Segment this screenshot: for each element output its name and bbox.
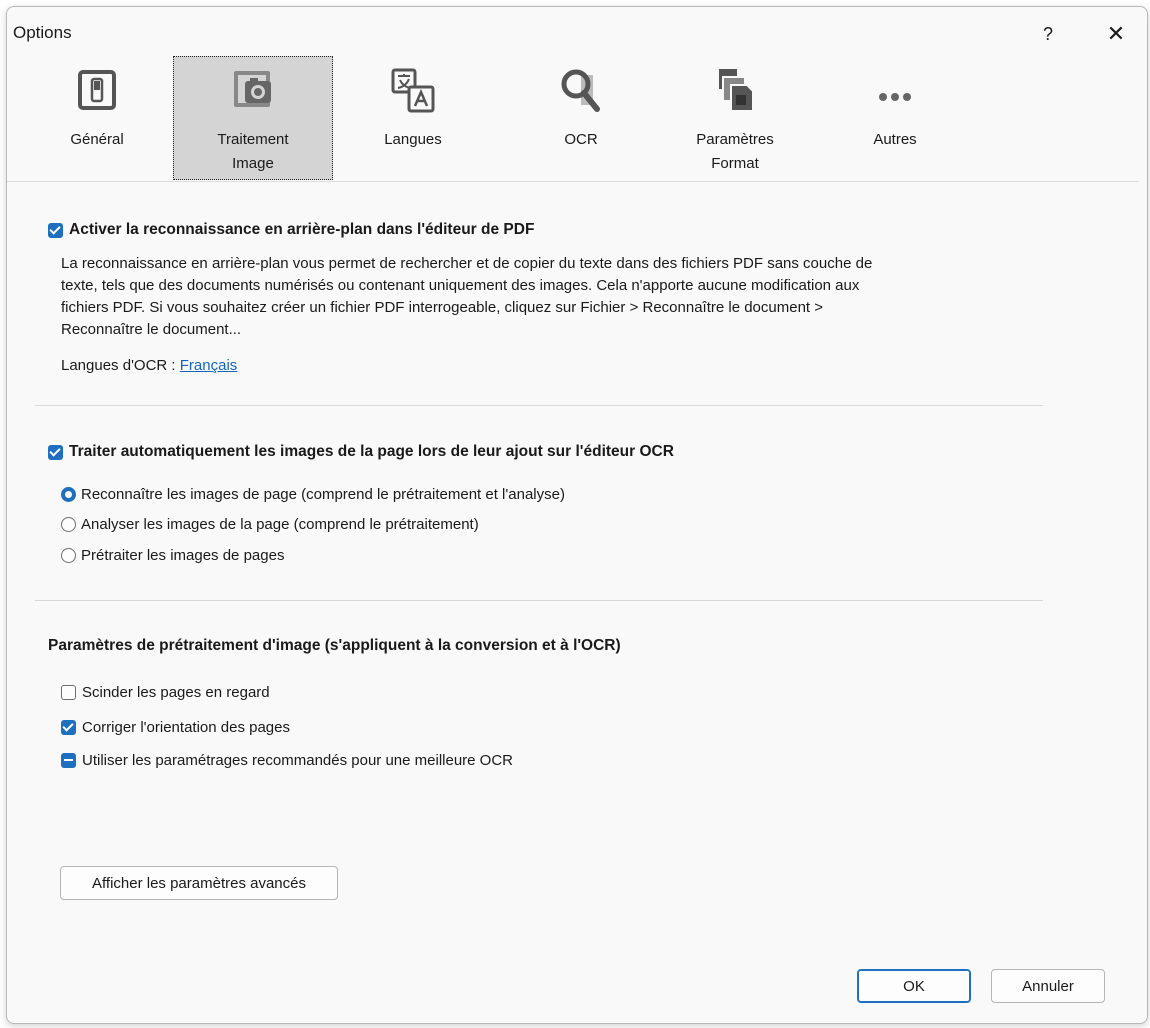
section-divider <box>35 405 1043 406</box>
background-recognition-description: La reconnaissance en arrière-plan vous p… <box>61 253 1021 341</box>
close-button[interactable]: ✕ <box>1099 17 1133 51</box>
radio-recognize-label: Reconnaître les images de page (comprend… <box>81 486 565 503</box>
help-button[interactable]: ? <box>1033 17 1063 51</box>
radio-option-preprocess[interactable]: Prétraiter les images de pages <box>61 547 284 564</box>
radio-option-analyze[interactable]: Analyser les images de la page (comprend… <box>61 516 479 533</box>
cancel-button[interactable]: Annuler <box>991 969 1105 1003</box>
tab-ocr-label: OCR <box>564 131 598 148</box>
recommended-settings-checkbox[interactable] <box>61 753 76 768</box>
ok-button[interactable]: OK <box>857 969 971 1003</box>
options-dialog: Options ? ✕ Général Traitement Image Lan… <box>6 6 1148 1024</box>
tab-general[interactable]: Général <box>17 57 177 181</box>
languages-icon <box>391 68 435 113</box>
description-line: fichiers PDF. Si vous souhaitez créer un… <box>61 299 824 316</box>
tab-general-label: Général <box>70 131 124 148</box>
ocr-languages-label: Langues d'OCR : <box>61 357 180 374</box>
correct-orientation-label: Corriger l'orientation des pages <box>82 719 290 736</box>
ocr-languages-link[interactable]: Français <box>180 357 238 374</box>
description-line: texte, tels que des documents numérisés … <box>61 277 860 294</box>
background-recognition-checkbox-row[interactable]: Activer la reconnaissance en arrière-pla… <box>48 221 534 239</box>
split-pages-label: Scinder les pages en regard <box>82 684 270 701</box>
split-pages-checkbox[interactable] <box>61 685 76 700</box>
auto-process-label: Traiter automatiquement les images de la… <box>69 443 674 460</box>
background-recognition-checkbox[interactable] <box>48 222 63 238</box>
tab-image-processing-label: Traitement Image <box>217 131 289 172</box>
radio-recognize[interactable] <box>61 487 76 502</box>
radio-analyze-label: Analyser les images de la page (comprend… <box>81 516 479 533</box>
title-bar: Options ? ✕ <box>7 7 1147 59</box>
background-recognition-label: Activer la reconnaissance en arrière-pla… <box>69 221 535 238</box>
format-settings-icon <box>719 69 754 112</box>
tab-languages[interactable]: Langues <box>333 57 493 181</box>
category-toolbar: Général Traitement Image Langues OCR Par… <box>7 56 1147 183</box>
toolbar-divider <box>7 181 1139 182</box>
option-recommended-settings[interactable]: Utiliser les paramétrages recommandés po… <box>61 752 513 769</box>
tab-format-settings-label: Paramètres Format <box>696 131 774 172</box>
correct-orientation-checkbox[interactable] <box>61 720 76 735</box>
section-divider <box>35 600 1043 601</box>
radio-option-recognize[interactable]: Reconnaître les images de page (comprend… <box>61 486 565 503</box>
auto-process-checkbox[interactable] <box>48 444 63 460</box>
tab-ocr[interactable]: OCR <box>501 57 661 181</box>
radio-preprocess[interactable] <box>61 548 76 563</box>
option-split-pages[interactable]: Scinder les pages en regard <box>61 684 270 701</box>
option-correct-orientation[interactable]: Corriger l'orientation des pages <box>61 719 290 736</box>
preprocessing-heading: Paramètres de prétraitement d'image (s'a… <box>48 637 621 654</box>
recommended-settings-label: Utiliser les paramétrages recommandés po… <box>82 752 514 769</box>
ocr-icon <box>561 69 600 112</box>
tab-image-processing[interactable]: Traitement Image <box>173 56 333 180</box>
image-processing-icon <box>234 71 271 107</box>
general-icon <box>78 70 116 110</box>
ocr-languages-row: Langues d'OCR : Français <box>61 357 237 374</box>
description-line: Reconnaître le document... <box>61 321 242 338</box>
tab-others-label: Autres <box>873 131 917 148</box>
more-icon <box>879 93 911 101</box>
tab-format-settings[interactable]: Paramètres Format <box>655 57 815 181</box>
auto-process-checkbox-row[interactable]: Traiter automatiquement les images de la… <box>48 443 674 461</box>
tab-others[interactable]: Autres <box>815 57 975 181</box>
tab-languages-label: Langues <box>384 131 442 148</box>
radio-analyze[interactable] <box>61 517 76 532</box>
radio-preprocess-label: Prétraiter les images de pages <box>81 547 285 564</box>
description-line: La reconnaissance en arrière-plan vous p… <box>61 255 873 272</box>
dialog-title: Options <box>13 23 72 42</box>
advanced-settings-button[interactable]: Afficher les paramètres avancés <box>60 866 338 900</box>
